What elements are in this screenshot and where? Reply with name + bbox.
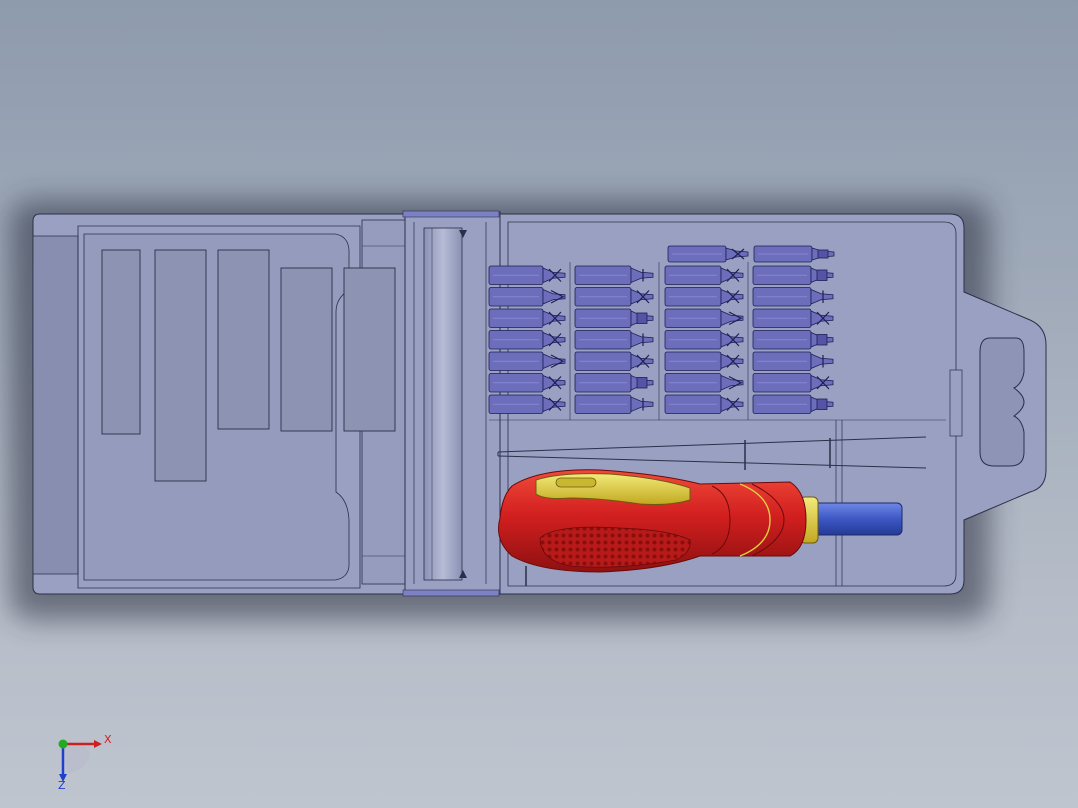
hinge[interactable] [402, 210, 501, 597]
x-axis-label: X [104, 733, 112, 746]
hang-hole [979, 337, 1025, 467]
y-axis-dot [58, 739, 68, 749]
screwdriver-kit-model[interactable] [0, 0, 1078, 808]
axis-triad: X Z [48, 728, 118, 793]
cad-viewport[interactable]: X Z [0, 0, 1078, 808]
screwdriver-shaft [811, 502, 903, 536]
z-axis-label: Z [58, 779, 66, 792]
left-lid[interactable] [32, 213, 409, 595]
